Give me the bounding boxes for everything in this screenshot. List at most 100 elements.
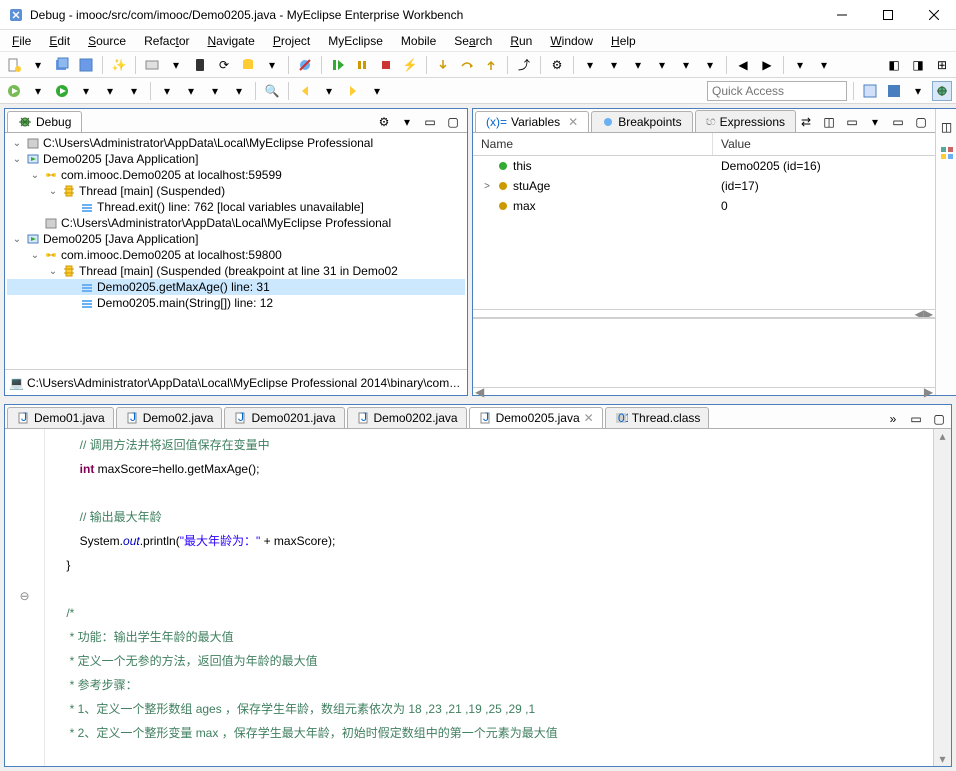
coverage-button[interactable]: ▾ [100,81,120,101]
tree-row[interactable]: C:\Users\Administrator\AppData\Local\MyE… [7,215,465,231]
toggle-icon[interactable]: ⌄ [11,234,23,245]
tree-row[interactable]: Demo0205.main(String[]) line: 12 [7,295,465,311]
tool-1-button[interactable] [142,55,162,75]
extra-1-button[interactable]: ◧ [884,55,904,75]
tree-row[interactable]: ⌄Thread [main] (Suspended (breakpoint at… [7,263,465,279]
step-return-button[interactable] [481,55,501,75]
tree-row[interactable]: ⌄Demo0205 [Java Application] [7,151,465,167]
variable-row[interactable]: >stuAge(id=17) [473,176,935,196]
menu-search[interactable]: Search [446,32,500,50]
cloud-button[interactable]: ▾ [652,55,672,75]
vars-view-menu[interactable]: ▾ [865,112,885,132]
perspective-ee-button[interactable] [860,81,880,101]
code-area[interactable]: // 调用方法并将返回值保存在变量中 int maxScore=hello.ge… [45,429,933,766]
minimize-icon[interactable]: ▭ [888,112,908,132]
tree-row[interactable]: ⌄com.imooc.Demo0205 at localhost:59800 [7,247,465,263]
toggle-icon[interactable]: ⌄ [47,186,59,197]
tab-expressions[interactable]: ඟ Expressions [695,110,796,132]
type-button[interactable]: ▾ [676,55,696,75]
drop-frame-button[interactable]: ⤴ [514,55,534,75]
debug-run-button[interactable] [4,81,24,101]
view-menu-icon[interactable]: ⚙ [374,112,394,132]
variables-table[interactable]: Name Value thisDemo0205 (id=16)>stuAge(i… [473,133,935,309]
tree-row[interactable]: ⌄com.imooc.Demo0205 at localhost:59599 [7,167,465,183]
chevron-down-icon[interactable]: ▾ [397,112,417,132]
quick-access-input[interactable] [707,81,847,101]
tool-db-button[interactable] [238,55,258,75]
menu-source[interactable]: Source [80,32,134,50]
hist-fwd-button[interactable] [343,81,363,101]
menu-file[interactable]: File [4,32,39,50]
tab-debug[interactable]: Debug [7,111,82,132]
editor-tab[interactable]: JDemo0205.java✕ [469,407,603,428]
col-name[interactable]: Name [473,133,713,155]
tree-row[interactable]: Thread.exit() line: 762 [local variables… [7,199,465,215]
step-into-button[interactable] [433,55,453,75]
maximize-icon[interactable]: ▢ [929,409,949,429]
minimize-icon[interactable]: ▭ [906,409,926,429]
tool-mobile-button[interactable] [190,55,210,75]
run-button[interactable]: ▾ [580,55,600,75]
tool-d-button[interactable]: ▾ [205,81,225,101]
tab-variables[interactable]: (x)= Variables ✕ [475,111,589,132]
tree-row[interactable]: ⌄Thread [main] (Suspended) [7,183,465,199]
menu-help[interactable]: Help [603,32,644,50]
editor-tab[interactable]: JDemo0202.java [347,407,467,428]
menu-run[interactable]: Run [502,32,540,50]
misc-button[interactable]: ▾ [628,55,648,75]
servers-button[interactable]: ▾ [604,55,624,75]
suspend-button[interactable] [352,55,372,75]
tree-row[interactable]: ⌄C:\Users\Administrator\AppData\Local\My… [7,135,465,151]
menu-edit[interactable]: Edit [41,32,78,50]
variable-row[interactable]: thisDemo0205 (id=16) [473,156,935,176]
new-button[interactable] [4,55,24,75]
misc3-button[interactable]: ▾ [814,55,834,75]
tool-e-button[interactable]: ▾ [229,81,249,101]
toggle-icon[interactable]: ⌄ [11,138,23,149]
misc2-button[interactable]: ▾ [790,55,810,75]
menu-myeclipse[interactable]: MyEclipse [320,32,391,50]
perspective-java-button[interactable] [884,81,904,101]
vars-tool-2[interactable]: ◫ [819,112,839,132]
outline-icon[interactable] [937,143,956,163]
close-icon[interactable]: ✕ [568,115,578,129]
skip-bp-button[interactable] [295,55,315,75]
toggle-icon[interactable]: ⌄ [29,250,41,261]
editor-tab[interactable]: JDemo0201.java [224,407,344,428]
hist-back-button[interactable] [295,81,315,101]
tool-a-button[interactable]: ▾ [124,81,144,101]
gutter[interactable]: ⊖ [5,429,45,766]
menu-window[interactable]: Window [542,32,601,50]
chevron-down-icon[interactable]: ▾ [76,81,96,101]
chevron-down-icon[interactable]: ▾ [262,55,282,75]
step-over-button[interactable] [457,55,477,75]
scrollbar-v[interactable]: ▴ ▾ [933,429,951,766]
menu-project[interactable]: Project [265,32,318,50]
col-value[interactable]: Value [713,133,759,155]
perspective-debug-button[interactable] [932,81,952,101]
toggle-icon[interactable]: ⌄ [47,266,59,277]
debug-tree[interactable]: ⌄ C:\Users\Administrator\AppData\Local\My… [5,133,467,369]
wand-button[interactable]: ✨ [109,55,129,75]
chevron-down-icon[interactable]: ▾ [28,81,48,101]
toggle-icon[interactable]: > [481,181,493,192]
menu-mobile[interactable]: Mobile [393,32,444,50]
editor-tool-1[interactable]: » [883,409,903,429]
editor-tab[interactable]: 010Thread.class [605,407,710,428]
package-button[interactable]: ▾ [700,55,720,75]
terminate-button[interactable] [376,55,396,75]
menu-navigate[interactable]: Navigate [199,32,262,50]
tool-refresh-button[interactable]: ⟳ [214,55,234,75]
extra-3-button[interactable]: ⊞ [932,55,952,75]
chevron-down-icon[interactable]: ▾ [367,81,387,101]
nav-back-button[interactable]: ◀ [733,55,753,75]
resume-button[interactable] [328,55,348,75]
vars-tool-3[interactable]: ▭ [842,112,862,132]
step-filter-button[interactable]: ⚙ [547,55,567,75]
editor-tab[interactable]: JDemo02.java [116,407,223,428]
tool-2-button[interactable]: ▾ [166,55,186,75]
tool-b-button[interactable]: ▾ [157,81,177,101]
disconnect-button[interactable]: ⚡ [400,55,420,75]
save-all-button[interactable] [52,55,72,75]
menu-refactor[interactable]: Refactor [136,32,197,50]
